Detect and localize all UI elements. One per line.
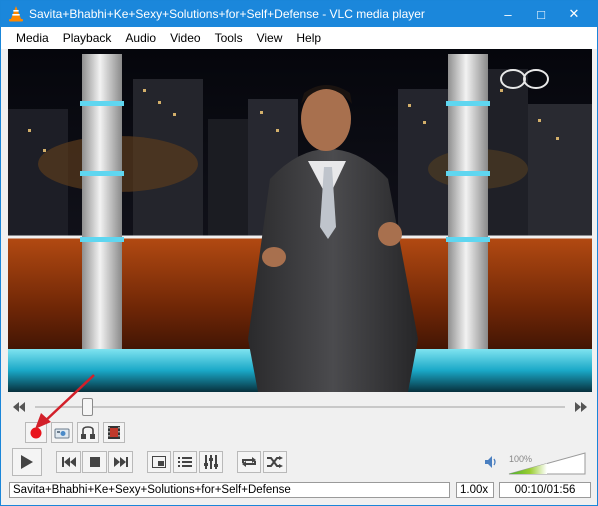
next-icon xyxy=(113,457,128,467)
menu-playback[interactable]: Playback xyxy=(56,31,119,45)
video-display[interactable] xyxy=(8,49,592,392)
record-button[interactable] xyxy=(25,422,47,443)
status-media-title: Savita+Bhabhi+Ke+Sexy+Solutions+for+Self… xyxy=(9,482,450,498)
menu-tools[interactable]: Tools xyxy=(208,31,250,45)
volume-slider[interactable] xyxy=(507,451,587,476)
seek-backward-icon[interactable] xyxy=(11,400,27,414)
title-bar[interactable]: Savita+Bhabhi+Ke+Sexy+Solutions+for+Self… xyxy=(1,1,597,27)
fullscreen-icon xyxy=(152,456,166,468)
menu-audio[interactable]: Audio xyxy=(118,31,163,45)
shuffle-icon xyxy=(267,456,283,468)
stop-icon xyxy=(89,457,100,467)
maximize-button[interactable]: □ xyxy=(526,1,556,27)
frame-by-frame-icon xyxy=(108,426,120,439)
shuffle-button[interactable] xyxy=(263,451,287,473)
menu-view[interactable]: View xyxy=(250,31,290,45)
vlc-window: Savita+Bhabhi+Ke+Sexy+Solutions+for+Self… xyxy=(0,0,598,506)
minimize-button[interactable]: – xyxy=(493,1,523,27)
seek-track[interactable] xyxy=(35,406,565,408)
play-icon xyxy=(21,455,33,469)
menu-video[interactable]: Video xyxy=(163,31,207,45)
record-icon xyxy=(30,427,42,438)
loop-icon xyxy=(242,457,256,467)
loop-button[interactable] xyxy=(237,451,261,473)
seek-bar[interactable] xyxy=(11,397,589,417)
seek-handle[interactable] xyxy=(82,398,93,416)
stop-button[interactable] xyxy=(82,451,107,473)
menu-bar: Media Playback Audio Video Tools View He… xyxy=(1,27,597,49)
snapshot-button[interactable] xyxy=(51,422,73,443)
close-button[interactable]: ✕ xyxy=(559,1,589,27)
loop-ab-button[interactable] xyxy=(77,422,99,443)
playlist-icon xyxy=(178,457,192,467)
extended-settings-button[interactable] xyxy=(199,451,223,473)
menu-help[interactable]: Help xyxy=(289,31,328,45)
time-display[interactable]: 00:10/01:56 xyxy=(499,482,591,498)
previous-button[interactable] xyxy=(56,451,81,473)
vlc-cone-icon xyxy=(9,6,23,22)
loop-ab-icon xyxy=(81,425,95,439)
snapshot-icon xyxy=(54,428,70,438)
playlist-button[interactable] xyxy=(173,451,197,473)
next-button[interactable] xyxy=(108,451,133,473)
play-button[interactable] xyxy=(12,448,42,476)
seek-forward-icon[interactable] xyxy=(573,400,589,414)
equalizer-icon xyxy=(204,455,218,469)
frame-by-frame-button[interactable] xyxy=(103,422,125,443)
fullscreen-button[interactable] xyxy=(147,451,171,473)
speaker-icon[interactable] xyxy=(484,454,500,470)
playback-rate[interactable]: 1.00x xyxy=(456,482,494,498)
menu-media[interactable]: Media xyxy=(9,31,56,45)
video-frame xyxy=(8,49,592,392)
window-title: Savita+Bhabhi+Ke+Sexy+Solutions+for+Self… xyxy=(29,7,425,21)
previous-icon xyxy=(61,457,76,467)
